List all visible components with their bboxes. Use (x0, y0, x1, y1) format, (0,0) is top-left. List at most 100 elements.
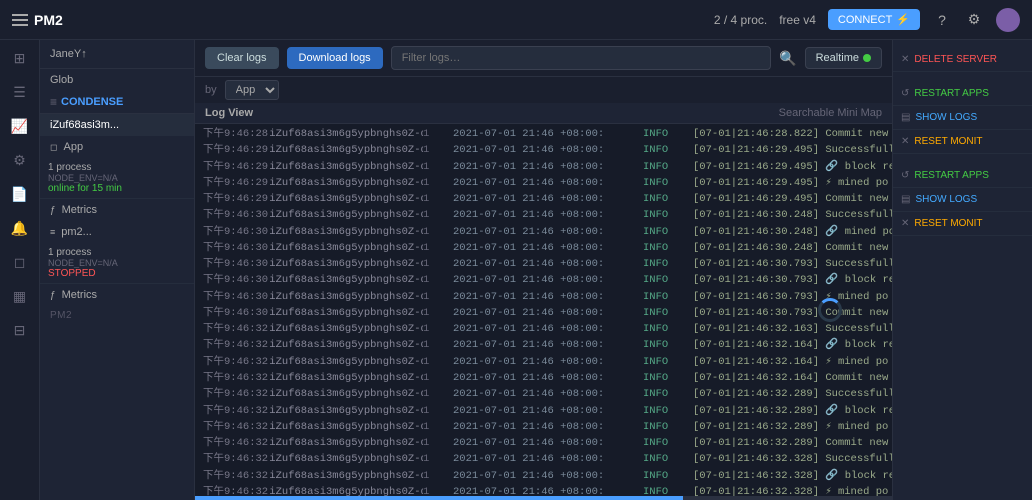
download-logs-button[interactable]: Download logs (287, 47, 383, 69)
table-row: 下午9:46:32 iZuf68asi3m6g5ypbnghs0Z-dfcb 1… (195, 451, 892, 467)
sidebar-user: JaneY↑ (40, 40, 194, 69)
realtime-dot (863, 54, 871, 62)
delete-icon: ✕ (901, 54, 909, 65)
nav-icon-bell[interactable]: 🔔 (10, 218, 30, 238)
table-row: 下午9:46:30 iZuf68asi3m6g5ypbnghs0Z-dfcb 1… (195, 289, 892, 305)
table-row: 下午9:46:29 iZuf68asi3m6g5ypbnghs0Z-dfcb 1… (195, 175, 892, 191)
table-row: 下午9:46:32 iZuf68asi3m6g5ypbnghs0Z-dfcb 1… (195, 403, 892, 419)
sidebar-item-proc2[interactable]: ≡ pm2... (40, 221, 194, 243)
table-row: 下午9:46:32 iZuf68asi3m6g5ypbnghs0Z-dfcb 1… (195, 354, 892, 370)
metrics2-label: Metrics (62, 289, 97, 301)
metrics1-label: Metrics (62, 204, 97, 216)
connect-button[interactable]: CONNECT ⚡ (828, 9, 920, 30)
table-row: 下午9:46:28 iZuf68asi3m6g5ypbnghs0Z-dfcb 1… (195, 126, 892, 142)
nav-icon-chart[interactable]: 📈 (10, 116, 30, 136)
table-row: 下午9:46:32 iZuf68asi3m6g5ypbnghs0Z-dfcb 1… (195, 484, 892, 496)
show-logs-button-2[interactable]: ▤ SHOW LOGS (893, 188, 1032, 212)
nav-icon-settings[interactable]: ⚙ (10, 150, 30, 170)
table-row: 下午9:46:30 iZuf68asi3m6g5ypbnghs0Z-dfcb 1… (195, 224, 892, 240)
table-row: 下午9:46:30 iZuf68asi3m6g5ypbnghs0Z-dfcb 1… (195, 305, 892, 321)
nav-icon-list[interactable]: ☰ (10, 82, 30, 102)
filter-logs-input[interactable] (391, 46, 771, 70)
process2-env: NODE_ENV=N/A (48, 258, 186, 268)
mini-map-label: Searchable Mini Map (779, 107, 882, 119)
process1-block: 1 process NODE_ENV=N/A online for 15 min (40, 158, 194, 199)
version-label: free v4 (779, 13, 816, 27)
connect-icon: ⚡ (896, 13, 910, 26)
sidebar-item-metrics1[interactable]: ƒ Metrics (40, 199, 194, 221)
avatar[interactable] (996, 8, 1020, 32)
table-row: 下午9:46:29 iZuf68asi3m6g5ypbnghs0Z-dfcb 1… (195, 191, 892, 207)
proc-count: 2 / 4 proc. (714, 13, 767, 27)
clear-logs-button[interactable]: Clear logs (205, 47, 279, 69)
table-row: 下午9:46:29 iZuf68asi3m6g5ypbnghs0Z-dfcb 1… (195, 142, 892, 158)
collapse-icon: ≡ (50, 95, 57, 109)
restart-apps-label-1: RESTART APPS (914, 88, 988, 99)
proc2-label: pm2... (61, 226, 92, 238)
table-row: 下午9:46:29 iZuf68asi3m6g5ypbnghs0Z-dfcb 1… (195, 159, 892, 175)
log-content[interactable]: 下午9:46:28 iZuf68asi3m6g5ypbnghs0Z-dfcb 1… (195, 124, 892, 496)
table-row: 下午9:46:30 iZuf68asi3m6g5ypbnghs0Z-dfcb 1… (195, 256, 892, 272)
app-label: App (63, 141, 83, 153)
proc1-label: iZuf68asi3m... (50, 119, 119, 131)
search-icon[interactable]: 🔍 (779, 50, 796, 67)
process2-block: 1 process NODE_ENV=N/A STOPPED (40, 243, 194, 284)
logo: PM2 (12, 12, 132, 28)
app-logo-text: PM2 (34, 12, 63, 28)
sidebar-item-metrics2[interactable]: ƒ Metrics (40, 284, 194, 306)
icon-sidebar: ⊞ ☰ 📈 ⚙ 📄 🔔 ◻ ▦ ⊟ (0, 40, 40, 500)
sort-by-select[interactable]: App (225, 80, 279, 100)
restart-apps-button-1[interactable]: ↺ RESTART APPS (893, 82, 1032, 106)
restart-icon-1: ↺ (901, 88, 909, 99)
show-logs-button-1[interactable]: ▤ SHOW LOGS (893, 106, 1032, 130)
sidebar-item-glob[interactable]: Glob (40, 69, 194, 91)
process1-status: online for 15 min (48, 183, 186, 194)
metrics2-icon: ƒ (50, 290, 56, 301)
log-toolbar: Clear logs Download logs 🔍 Realtime (195, 40, 892, 77)
condense-bar: ≡ CONDENSE (40, 91, 194, 114)
restart-apps-button-2[interactable]: ↺ RESTART APPS (893, 164, 1032, 188)
show-logs-icon-1: ▤ (901, 112, 910, 123)
log-view-header: Log View Searchable Mini Map (195, 103, 892, 124)
settings-icon[interactable]: ⚙ (964, 10, 984, 30)
sort-by-row: by App (195, 77, 892, 103)
show-logs-icon-2: ▤ (901, 194, 910, 205)
main-layout: ⊞ ☰ 📈 ⚙ 📄 🔔 ◻ ▦ ⊟ JaneY↑ Glob ≡ CONDENSE… (0, 40, 1032, 500)
reset-monit-button-2[interactable]: ✕ RESET MONIT (893, 212, 1032, 236)
topbar-right: 2 / 4 proc. free v4 CONNECT ⚡ ? ⚙ (714, 8, 1020, 32)
table-row: 下午9:46:30 iZuf68asi3m6g5ypbnghs0Z-dfcb 1… (195, 207, 892, 223)
reset-icon-2: ✕ (901, 218, 909, 229)
restart-apps-label-2: RESTART APPS (914, 170, 988, 181)
nav-icon-cube[interactable]: ◻ (10, 252, 30, 272)
process1-env: NODE_ENV=N/A (48, 173, 186, 183)
table-row: 下午9:46:32 iZuf68asi3m6g5ypbnghs0Z-dfcb 1… (195, 435, 892, 451)
table-row: 下午9:46:30 iZuf68asi3m6g5ypbnghs0Z-dfcb 1… (195, 240, 892, 256)
help-icon[interactable]: ? (932, 10, 952, 30)
reset-monit-label-1: RESET MONIT (914, 136, 982, 147)
delete-server-button[interactable]: ✕ DELETE SERVER (893, 48, 1032, 72)
loading-spinner (818, 298, 842, 322)
sort-by-label: by (205, 84, 217, 96)
table-row: 下午9:46:30 iZuf68asi3m6g5ypbnghs0Z-dfcb 1… (195, 272, 892, 288)
condense-label[interactable]: CONDENSE (61, 96, 123, 108)
show-logs-label-2: SHOW LOGS (915, 194, 977, 205)
process2-count: 1 process (48, 247, 186, 258)
content-area: Clear logs Download logs 🔍 Realtime by A… (195, 40, 892, 500)
progress-bar-fill (195, 496, 683, 500)
nav-icon-bar[interactable]: ▦ (10, 286, 30, 306)
nav-icon-grid[interactable]: ⊟ (10, 320, 30, 340)
sidebar-item-proc1[interactable]: iZuf68asi3m... (40, 114, 194, 136)
pm2-section: PM2 (40, 306, 194, 323)
app-icon: ◻ (50, 142, 57, 153)
hamburger-menu-icon[interactable] (12, 14, 28, 26)
nav-icon-home[interactable]: ⊞ (10, 48, 30, 68)
nav-icon-file[interactable]: 📄 (10, 184, 30, 204)
table-row: 下午9:46:32 iZuf68asi3m6g5ypbnghs0Z-dfcb 1… (195, 337, 892, 353)
reset-monit-button-1[interactable]: ✕ RESET MONIT (893, 130, 1032, 154)
table-row: 下午9:46:32 iZuf68asi3m6g5ypbnghs0Z-dfcb 1… (195, 370, 892, 386)
reset-icon-1: ✕ (901, 136, 909, 147)
table-row: 下午9:46:32 iZuf68asi3m6g5ypbnghs0Z-dfcb 1… (195, 419, 892, 435)
sidebar-item-app[interactable]: ◻ App (40, 136, 194, 158)
realtime-label: Realtime (816, 52, 859, 64)
process1-count: 1 process (48, 162, 186, 173)
